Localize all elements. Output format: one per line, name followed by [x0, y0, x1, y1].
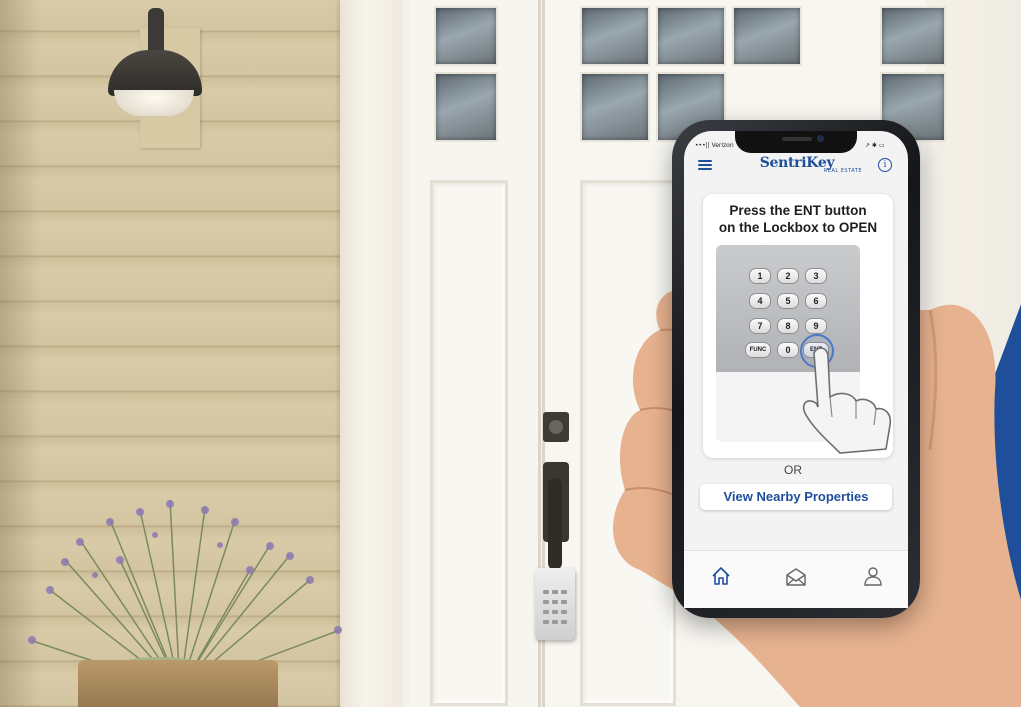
- door-glass-pane: [732, 6, 802, 66]
- status-icons: ↗ ✱ ▭: [865, 142, 885, 149]
- door-panel: [430, 180, 508, 706]
- or-separator: OR: [784, 463, 802, 477]
- home-icon[interactable]: [710, 565, 732, 587]
- keypad-key: 9: [805, 318, 827, 334]
- lockbox: [535, 568, 575, 640]
- door-glass-pane: [434, 72, 498, 142]
- view-nearby-properties-button[interactable]: View Nearby Properties: [700, 484, 892, 510]
- keypad-key: 2: [777, 268, 799, 284]
- door-glass-pane: [434, 6, 498, 66]
- info-icon[interactable]: i: [878, 158, 892, 172]
- keypad-key: 7: [749, 318, 771, 334]
- status-carrier: •••|| Verizon: [695, 142, 734, 149]
- deadbolt: [543, 412, 569, 442]
- scene: •••|| Verizon ↗ ✱ ▭ SentriKey REAL ESTAT…: [0, 0, 1021, 707]
- phone-notch: [735, 131, 857, 153]
- keypad-key: 0: [777, 342, 799, 358]
- keypad-key: FUNC: [745, 342, 771, 358]
- keypad-key: 5: [777, 293, 799, 309]
- door-glass-pane: [580, 72, 650, 142]
- door-glass-pane: [580, 6, 650, 66]
- keypad-key: 8: [777, 318, 799, 334]
- instruction-line-2: on the Lockbox to OPEN: [718, 220, 878, 235]
- keypad-key: 1: [749, 268, 771, 284]
- profile-icon[interactable]: [862, 565, 884, 587]
- pointing-finger-icon: [802, 347, 892, 454]
- keypad-key: 4: [749, 293, 771, 309]
- mail-icon[interactable]: [785, 566, 807, 588]
- keypad-key: 3: [805, 268, 827, 284]
- door-handle: [548, 478, 562, 570]
- instruction-line-1: Press the ENT button: [729, 203, 867, 218]
- sidelight-glass-pane: [880, 6, 946, 66]
- phone-speaker: [782, 137, 812, 141]
- phone-camera: [817, 135, 824, 142]
- hamburger-menu-icon[interactable]: [698, 160, 712, 170]
- app-brand-subtitle: REAL ESTATE: [823, 168, 862, 174]
- flower-pot: [78, 660, 278, 707]
- door-glass-pane: [656, 6, 726, 66]
- keypad-key: 6: [805, 293, 827, 309]
- instruction-title: Press the ENT button on the Lockbox to O…: [703, 202, 893, 236]
